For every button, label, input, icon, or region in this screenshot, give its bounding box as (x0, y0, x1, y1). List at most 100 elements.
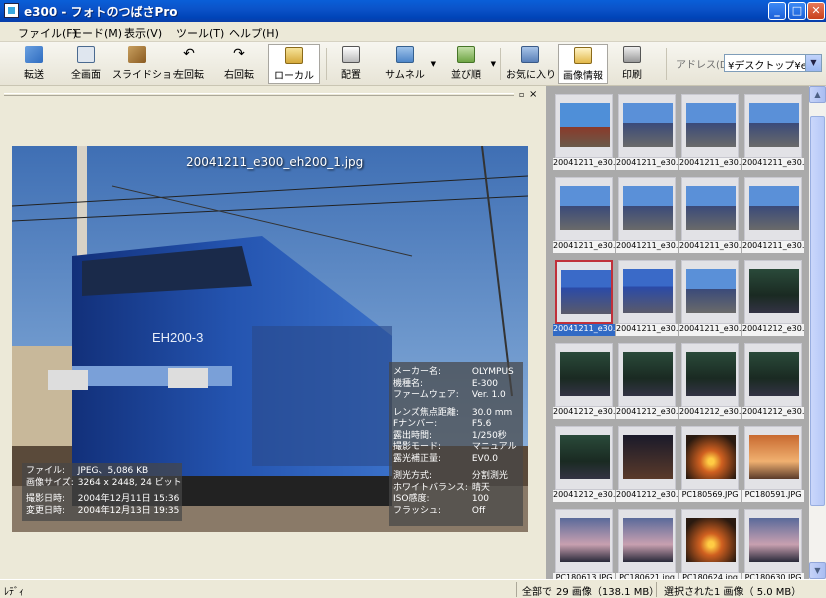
info-key: フラッシュ: (393, 505, 442, 516)
title-bar[interactable]: e300 - フォトのつばさPro _ □ ✕ (0, 0, 826, 22)
thumbnail-frame[interactable] (555, 260, 613, 324)
info-key: 撮影モード: (393, 442, 442, 452)
thumbnail-item[interactable]: 20041211_e30... (616, 94, 678, 170)
thumbnail-item[interactable]: 20041211_e30... (616, 260, 678, 336)
thumbnail-item[interactable]: 20041211_e30... (679, 260, 741, 336)
thumbnail-frame[interactable] (555, 509, 613, 573)
thumbnail-item[interactable]: 20041212_e30... (742, 260, 804, 336)
thumbnail-frame[interactable] (744, 260, 802, 324)
menu-tools[interactable]: ツール(T) (176, 25, 224, 41)
thumbnail-item[interactable]: 20041211_e30... (742, 177, 804, 253)
layout-label: 配置 (341, 70, 361, 81)
menu-help[interactable]: ヘルプ(H) (229, 25, 279, 41)
pane-restore-icon[interactable]: ▫ (519, 90, 524, 99)
thumbnail-frame[interactable] (618, 260, 676, 324)
info-key: ISO感度: (393, 494, 430, 504)
vertical-scrollbar[interactable]: ▲ ▼ (809, 86, 826, 579)
thumbnail-frame[interactable] (681, 260, 739, 324)
scroll-thumb[interactable] (810, 116, 825, 506)
sort-icon (457, 46, 475, 63)
thumbnail-item[interactable]: 20041211_e30... (679, 177, 741, 253)
thumbnail-item[interactable]: 20041212_e30... (616, 426, 678, 502)
minimize-button[interactable]: _ (768, 2, 786, 20)
chevron-down-icon[interactable]: ▼ (491, 60, 496, 68)
thumbnail-frame[interactable] (681, 94, 739, 158)
thumbnail-item[interactable]: 20041212_e30... (742, 343, 804, 419)
thumbnail-item[interactable]: 20041212_e30... (616, 343, 678, 419)
fullscreen-button[interactable]: 全画面 (62, 44, 110, 84)
close-button[interactable]: ✕ (807, 2, 825, 20)
pane-grip[interactable] (4, 93, 514, 96)
menu-file[interactable]: ファイル(F) (18, 25, 77, 41)
thumbnail-item[interactable]: PC180621.jpg (616, 509, 678, 579)
thumbnail-frame[interactable] (555, 426, 613, 490)
thumbnail-image (623, 269, 673, 313)
maximize-button[interactable]: □ (788, 2, 806, 20)
thumbnail-item[interactable]: 20041211_e30... (679, 94, 741, 170)
thumbnail-frame[interactable] (744, 94, 802, 158)
info-row: レンズ焦点距離: 30.0 mm (393, 408, 521, 420)
thumbnail-frame[interactable] (681, 177, 739, 241)
thumbnail-frame[interactable] (555, 343, 613, 407)
thumbnail-item[interactable]: 20041211_e30... (553, 260, 615, 336)
print-button[interactable]: 印刷 (612, 44, 652, 84)
menu-mode[interactable]: モード(M) (71, 25, 122, 41)
thumbnail-item[interactable]: PC180624.jpg (679, 509, 741, 579)
thumbnail-item[interactable]: PC180613.JPG (553, 509, 615, 579)
thumbnail-item[interactable]: 20041212_e30... (679, 343, 741, 419)
thumbnail-frame[interactable] (744, 426, 802, 490)
status-divider (656, 582, 657, 597)
app-icon[interactable] (4, 3, 19, 18)
favorites-button[interactable]: お気に入り (506, 44, 556, 84)
thumbnail-frame[interactable] (618, 426, 676, 490)
thumbnail-image (623, 518, 673, 562)
thumbnail-caption: 20041212_e30... (742, 407, 804, 419)
sort-button[interactable]: 並び順 ▼ (444, 44, 496, 84)
thumbnail-item[interactable]: 20041211_e30... (553, 177, 615, 253)
thumbnail-frame[interactable] (681, 426, 739, 490)
thumbnail-frame[interactable] (618, 177, 676, 241)
thumbnail-frame[interactable] (681, 343, 739, 407)
thumbnail-frame[interactable] (555, 94, 613, 158)
thumbnail-item[interactable]: PC180569.JPG (679, 426, 741, 502)
image-info-button[interactable]: 画像情報 (558, 44, 608, 84)
transfer-button[interactable]: 転送 (10, 44, 58, 84)
info-value: E-300 (471, 378, 498, 389)
thumbnail-frame[interactable] (618, 343, 676, 407)
thumbnail-item[interactable]: PC180630.JPG (742, 509, 804, 579)
address-select[interactable]: ¥デスクトップ¥e300 ▼ (724, 54, 822, 72)
thumbnail-button[interactable]: サムネル ▼ (382, 44, 436, 84)
thumbnail-caption: 20041211_e30... (742, 241, 804, 253)
thumbnail-frame[interactable] (744, 509, 802, 573)
chevron-down-icon[interactable]: ▼ (431, 60, 436, 68)
info-row: 変更日時: 2004年12月13日 19:35 (26, 506, 186, 518)
scroll-up-button[interactable]: ▲ (809, 86, 826, 103)
info-value: マニュアル (471, 442, 517, 452)
thumbnail-frame[interactable] (555, 177, 613, 241)
thumbnail-item[interactable]: 20041212_e30... (553, 343, 615, 419)
scroll-down-button[interactable]: ▼ (809, 562, 826, 579)
thumbnail-item[interactable]: 20041211_e30... (553, 94, 615, 170)
pane-close-icon[interactable]: × (529, 89, 537, 100)
thumbnail-caption: 20041211_e30... (679, 324, 741, 336)
image-preview[interactable]: EH200-3 20041211_e300_eh200_1.jpg ファイル: J… (12, 146, 528, 532)
thumbnail-frame[interactable] (681, 509, 739, 573)
thumbnail-item[interactable]: 20041212_e30... (553, 426, 615, 502)
thumbnail-frame[interactable] (744, 343, 802, 407)
thumbnail-item[interactable]: 20041211_e30... (742, 94, 804, 170)
thumbnail-frame[interactable] (744, 177, 802, 241)
chevron-down-icon[interactable]: ▼ (805, 55, 821, 71)
layout-icon (342, 46, 360, 63)
thumbnail-item[interactable]: PC180591.JPG (742, 426, 804, 502)
thumbnail-item[interactable]: 20041211_e30... (616, 177, 678, 253)
layout-button[interactable]: 配置 (332, 44, 370, 84)
sort-label: 並び順 (451, 70, 481, 81)
menu-view[interactable]: 表示(V) (124, 25, 162, 41)
slideshow-button[interactable]: スライドショー (112, 44, 182, 84)
thumbnail-frame[interactable] (618, 94, 676, 158)
rotate-right-button[interactable]: ↷ 右回転 (216, 44, 262, 84)
info-value: 1/250秒 (471, 430, 507, 441)
local-button[interactable]: ローカル (268, 44, 320, 84)
rotate-left-button[interactable]: ↶ 左回転 (166, 44, 212, 84)
thumbnail-frame[interactable] (618, 509, 676, 573)
